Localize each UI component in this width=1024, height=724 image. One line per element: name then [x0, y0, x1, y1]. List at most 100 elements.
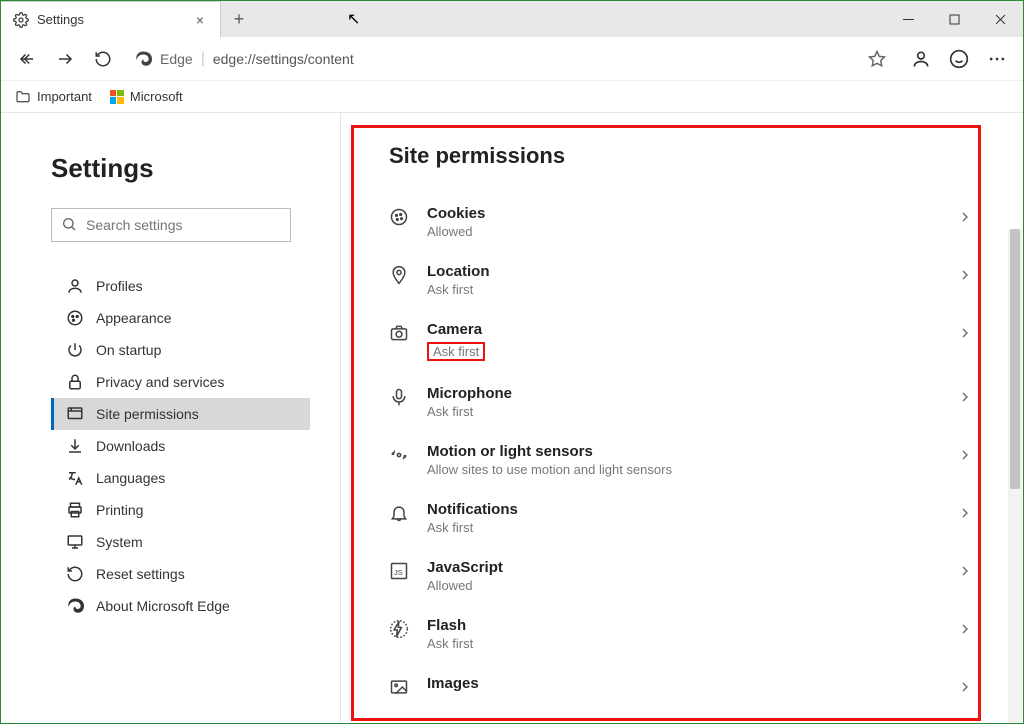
- permission-javascript[interactable]: JS JavaScriptAllowed: [371, 547, 993, 605]
- feedback-button[interactable]: [943, 43, 975, 75]
- permission-title: Images: [427, 675, 939, 692]
- permission-text: CameraAsk first: [427, 321, 939, 361]
- sidebar-item-on-startup[interactable]: On startup: [51, 334, 310, 366]
- favorite-icon[interactable]: [868, 50, 886, 68]
- appearance-icon: [66, 309, 84, 327]
- permission-cookies[interactable]: Cookies Allowed: [371, 193, 993, 251]
- edge-icon: [66, 597, 84, 615]
- permission-status: Ask first: [427, 282, 939, 297]
- location-icon: [389, 265, 409, 285]
- permission-status: Allow sites to use motion and light sens…: [427, 462, 939, 477]
- sidebar-item-label: System: [96, 534, 143, 550]
- sidebar-item-privacy-and-services[interactable]: Privacy and services: [51, 366, 310, 398]
- chevron-right-icon: [957, 389, 973, 405]
- sidebar-item-downloads[interactable]: Downloads: [51, 430, 310, 462]
- languages-icon: [66, 469, 84, 487]
- tab-title: Settings: [37, 12, 184, 27]
- permission-text: MicrophoneAsk first: [427, 385, 939, 419]
- folder-icon: [15, 89, 31, 105]
- microsoft-icon: [110, 90, 124, 104]
- permission-text: FlashAsk first: [427, 617, 939, 651]
- address-bar[interactable]: Edge | edge://settings/content: [125, 43, 895, 75]
- scrollbar[interactable]: [1008, 229, 1022, 722]
- reset-icon: [66, 565, 84, 583]
- permission-flash[interactable]: FlashAsk first: [371, 605, 993, 663]
- permission-text: JavaScriptAllowed: [427, 559, 939, 593]
- sidebar-item-site-permissions[interactable]: Site permissions: [51, 398, 310, 430]
- permission-text: Images: [427, 675, 939, 694]
- settings-main: Site permissions CookiesAllowedLocationA…: [341, 113, 1023, 723]
- permission-text: LocationAsk first: [427, 263, 939, 297]
- permission-text: Cookies Allowed: [427, 205, 939, 239]
- back-button[interactable]: [11, 43, 43, 75]
- permission-microphone[interactable]: MicrophoneAsk first: [371, 373, 993, 431]
- js-icon: JS: [389, 561, 409, 581]
- permission-title: Flash: [427, 617, 939, 634]
- more-button[interactable]: [981, 43, 1013, 75]
- close-button[interactable]: [977, 1, 1023, 37]
- browser-tab[interactable]: Settings ×: [1, 1, 221, 37]
- sidebar-item-label: Appearance: [96, 310, 172, 326]
- permission-text: Motion or light sensorsAllow sites to us…: [427, 443, 939, 477]
- new-tab-button[interactable]: +: [221, 1, 257, 37]
- sidebar-item-about-microsoft-edge[interactable]: About Microsoft Edge: [51, 590, 310, 622]
- bookmark-important[interactable]: Important: [15, 89, 92, 105]
- permission-location[interactable]: LocationAsk first: [371, 251, 993, 309]
- sidebar-item-appearance[interactable]: Appearance: [51, 302, 310, 334]
- maximize-button[interactable]: [931, 1, 977, 37]
- permission-text: NotificationsAsk first: [427, 501, 939, 535]
- chevron-right-icon: [957, 209, 973, 225]
- sidebar-item-printing[interactable]: Printing: [51, 494, 310, 526]
- search-input[interactable]: [51, 208, 291, 242]
- permission-images[interactable]: Images: [371, 663, 993, 709]
- toolbar: Edge | edge://settings/content: [1, 37, 1023, 81]
- sidebar-item-label: Languages: [96, 470, 165, 486]
- sidebar-item-reset-settings[interactable]: Reset settings: [51, 558, 310, 590]
- chevron-right-icon: [957, 679, 973, 695]
- camera-icon: [389, 323, 409, 343]
- permission-title: Notifications: [427, 501, 939, 518]
- permission-title: Cookies: [427, 205, 939, 222]
- address-label: Edge: [160, 51, 193, 67]
- sidebar-item-label: Downloads: [96, 438, 165, 454]
- sidebar-item-profiles[interactable]: Profiles: [51, 270, 310, 302]
- permission-list: CookiesAllowedLocationAsk firstCameraAsk…: [371, 193, 993, 709]
- scrollbar-thumb[interactable]: [1010, 229, 1020, 489]
- permission-camera[interactable]: CameraAsk first: [371, 309, 993, 373]
- chevron-right-icon: [957, 563, 973, 579]
- permission-status: Allowed: [427, 224, 939, 239]
- content-area: Settings ProfilesAppearanceOn startupPri…: [1, 113, 1023, 723]
- forward-button[interactable]: [49, 43, 81, 75]
- chevron-right-icon: [957, 505, 973, 521]
- minimize-button[interactable]: [885, 1, 931, 37]
- gear-icon: [13, 12, 29, 28]
- flash-icon: [389, 619, 409, 639]
- image-icon: [389, 677, 409, 697]
- window-controls: [885, 1, 1023, 37]
- sidebar-item-languages[interactable]: Languages: [51, 462, 310, 494]
- tab-close-button[interactable]: ×: [192, 12, 208, 28]
- permission-notifications[interactable]: NotificationsAsk first: [371, 489, 993, 547]
- permission-title: JavaScript: [427, 559, 939, 576]
- address-separator: |: [201, 50, 205, 68]
- sidebar-item-label: Privacy and services: [96, 374, 224, 390]
- refresh-button[interactable]: [87, 43, 119, 75]
- permission-motion-or-light-sensors[interactable]: Motion or light sensorsAllow sites to us…: [371, 431, 993, 489]
- person-icon: [66, 277, 84, 295]
- system-icon: [66, 533, 84, 551]
- bookmark-label: Important: [37, 89, 92, 104]
- motion-icon: [389, 445, 409, 465]
- sidebar-item-label: Printing: [96, 502, 143, 518]
- permission-title: Camera: [427, 321, 939, 338]
- cursor-icon: ↖: [347, 9, 360, 29]
- bookmark-microsoft[interactable]: Microsoft: [110, 89, 183, 104]
- sidebar-item-label: Reset settings: [96, 566, 185, 582]
- chevron-right-icon: [957, 325, 973, 341]
- profile-button[interactable]: [905, 43, 937, 75]
- permission-title: Microphone: [427, 385, 939, 402]
- settings-nav: Profiles Appearance On startup Privacy and …: [51, 270, 310, 622]
- printer-icon: [66, 501, 84, 519]
- sidebar-item-system[interactable]: System: [51, 526, 310, 558]
- site-icon: [66, 405, 84, 423]
- download-icon: [66, 437, 84, 455]
